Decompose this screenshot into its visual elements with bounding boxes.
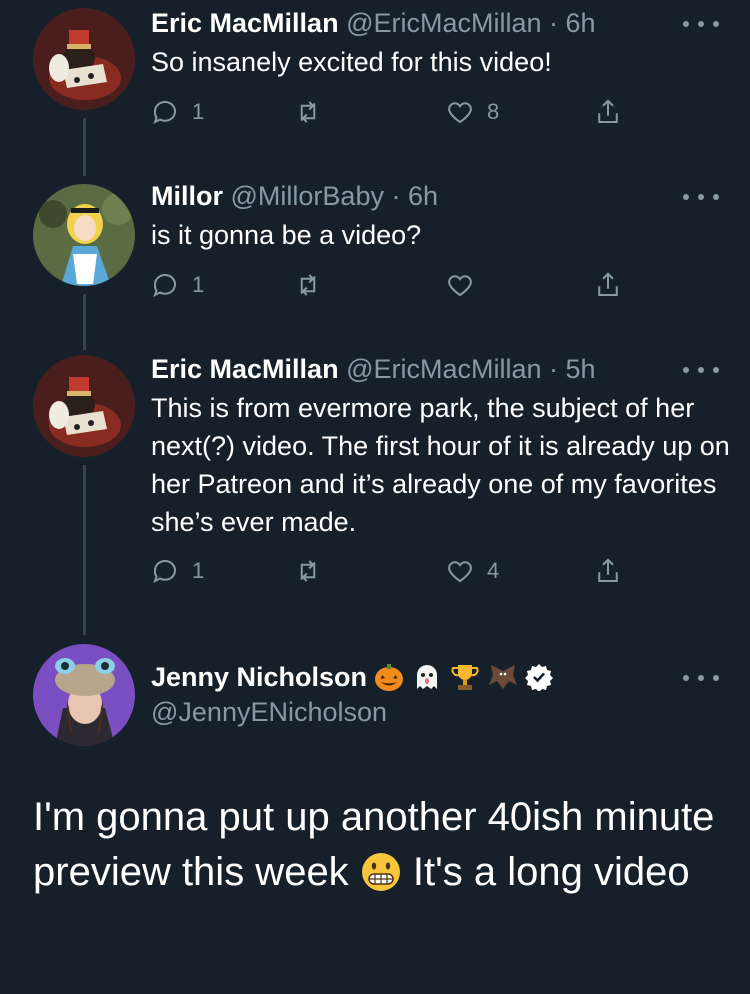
thread-line xyxy=(83,294,86,350)
reply-button[interactable]: 1 xyxy=(150,270,204,300)
more-options-button[interactable] xyxy=(683,187,719,207)
separator-dot: · xyxy=(541,8,566,38)
reply-button[interactable]: 1 xyxy=(150,97,204,127)
author-name[interactable]: Eric MacMillan xyxy=(151,354,339,384)
retweet-icon xyxy=(300,560,316,582)
tweet-text: So insanely excited for this video! xyxy=(151,47,552,77)
more-options-button[interactable] xyxy=(683,668,719,688)
reply-count: 1 xyxy=(192,272,205,297)
reply-icon xyxy=(153,274,176,297)
thread-line xyxy=(83,465,86,635)
jack-o-lantern-icon xyxy=(375,664,404,691)
tweet-header: Millor @MillorBaby · 6h xyxy=(151,179,438,213)
author-handle[interactable]: @EricMacMillan xyxy=(346,354,541,384)
verified-badge-icon xyxy=(525,664,554,691)
tweet-actions: 1 8 xyxy=(150,97,650,137)
share-icon xyxy=(598,558,618,582)
share-icon xyxy=(598,99,618,123)
avatar[interactable] xyxy=(33,355,135,457)
share-icon xyxy=(598,272,618,296)
main-author-name-row: Jenny Nicholson xyxy=(151,661,554,693)
reply-icon xyxy=(153,560,176,583)
reply-button[interactable]: 1 xyxy=(150,556,204,586)
share-button[interactable] xyxy=(593,270,623,300)
author-name[interactable]: Eric MacMillan xyxy=(151,8,339,38)
author-handle[interactable]: @JennyENicholson xyxy=(151,697,387,728)
like-button[interactable]: 8 xyxy=(445,97,499,127)
share-button[interactable] xyxy=(593,97,623,127)
share-button[interactable] xyxy=(593,556,623,586)
main-tweet-text: I'm gonna put up another 40ish minute pr… xyxy=(33,790,723,900)
ghost-icon xyxy=(417,665,438,689)
heart-icon xyxy=(448,275,472,297)
author-name[interactable]: Jenny Nicholson xyxy=(151,662,367,693)
tweet-text: This is from evermore park, the subject … xyxy=(151,393,730,537)
tweet-text: is it gonna be a video? xyxy=(151,220,422,250)
reply-count: 1 xyxy=(192,99,205,124)
like-count: 8 xyxy=(487,99,500,124)
author-handle[interactable]: @EricMacMillan xyxy=(346,8,541,38)
tweet-time[interactable]: 6h xyxy=(566,8,596,38)
more-options-button[interactable] xyxy=(683,360,719,380)
reply-count: 1 xyxy=(192,558,205,583)
more-options-button[interactable] xyxy=(683,14,719,34)
tweet-header: Eric MacMillan @EricMacMillan · 6h xyxy=(151,6,596,40)
avatar[interactable] xyxy=(33,184,135,286)
retweet-button[interactable] xyxy=(293,556,323,586)
like-button[interactable]: 4 xyxy=(445,556,499,586)
trophy-icon xyxy=(451,665,479,690)
retweet-icon xyxy=(300,274,316,296)
tweet-header: Eric MacMillan @EricMacMillan · 5h xyxy=(151,352,596,386)
like-count: 4 xyxy=(487,558,500,583)
separator-dot: · xyxy=(383,181,408,211)
author-handle[interactable]: @MillorBaby xyxy=(231,181,384,211)
like-button[interactable] xyxy=(445,270,475,300)
tweet-actions: 1 4 xyxy=(150,556,650,596)
reply-icon xyxy=(153,101,176,124)
tweet-time[interactable]: 5h xyxy=(566,354,596,384)
retweet-button[interactable] xyxy=(293,270,323,300)
separator-dot: · xyxy=(541,354,566,384)
avatar[interactable] xyxy=(33,8,135,110)
avatar[interactable] xyxy=(33,644,135,746)
author-name[interactable]: Millor xyxy=(151,181,223,211)
tweet-time[interactable]: 6h xyxy=(408,181,438,211)
bat-icon xyxy=(489,665,518,689)
heart-icon xyxy=(448,561,472,583)
retweet-button[interactable] xyxy=(293,97,323,127)
main-tweet-text-part2: It's a long video xyxy=(401,850,690,894)
grimacing-face-icon xyxy=(361,853,400,891)
thread-line xyxy=(83,118,86,176)
retweet-icon xyxy=(300,101,316,123)
tweet-actions: 1 xyxy=(150,270,650,310)
heart-icon xyxy=(448,102,472,124)
